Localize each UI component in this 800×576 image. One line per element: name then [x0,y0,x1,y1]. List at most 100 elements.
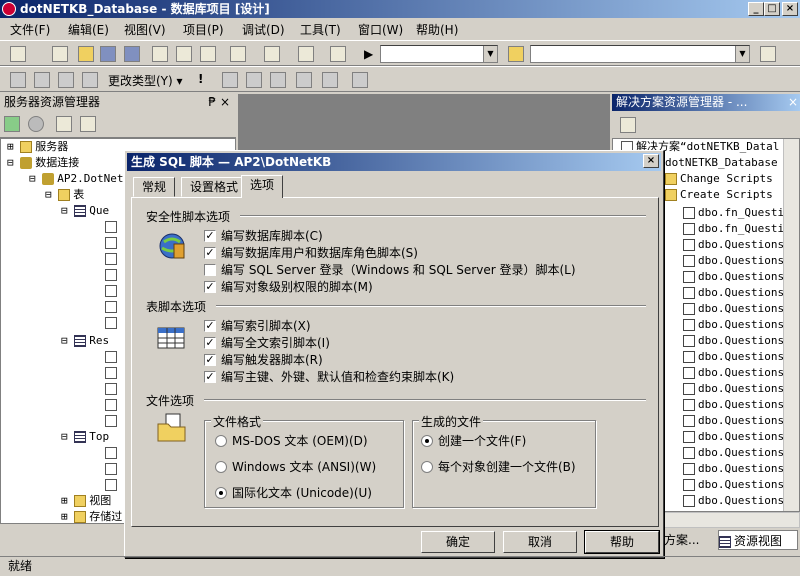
paste-icon[interactable] [200,46,216,62]
tree-node-script[interactable]: dbo.fn_Questio [683,205,791,221]
connect-server-icon[interactable] [80,116,96,132]
help-button[interactable]: 帮助 [584,530,660,554]
tree-node-column[interactable] [105,397,120,413]
tree-node-column[interactable] [105,299,120,315]
properties-icon[interactable] [620,117,636,133]
save-all-icon[interactable] [124,46,140,62]
tree-node-servers[interactable]: ⊞ 服务器 [7,139,68,155]
script-keys-constraints-checkbox[interactable]: ✓ 编写主键、外键、默认值和检查约束脚本(K) [204,369,454,385]
menu-file[interactable]: 文件(F) [10,21,50,38]
tree-node-column[interactable] [105,235,120,251]
script-database-checkbox[interactable]: ✓ 编写数据库脚本(C) [204,228,323,244]
script-fulltext-indexes-checkbox[interactable]: ✓ 编写全文索引脚本(I) [204,335,330,351]
tree-node-column[interactable] [105,365,120,381]
script-indexes-checkbox[interactable]: ✓ 编写索引脚本(X) [204,318,311,334]
vertical-scrollbar[interactable] [783,139,799,511]
minimize-button[interactable]: _ [748,2,764,16]
tree-node-views[interactable]: ⊞ 视图 [61,493,111,509]
tree-node-script[interactable]: dbo.QuestionsG [683,461,791,477]
open-icon[interactable] [78,46,94,62]
sort-descending-icon[interactable] [322,72,338,88]
tab-resource-view[interactable]: 资源视图 [718,530,798,550]
tree-node-script[interactable]: dbo.QuestionsG [683,349,791,365]
format-msdos-radio[interactable]: MS-DOS 文本 (OEM)(D) [215,433,368,449]
navigate-forward-icon[interactable] [330,46,346,62]
menu-debug[interactable]: 调试(D) [242,21,285,38]
tree-node-column[interactable] [105,461,120,477]
verify-sql-icon[interactable] [222,72,238,88]
tab-formatting[interactable]: 设置格式 [181,177,248,197]
tree-node-data-connections[interactable]: ⊟ 数据连接 [7,155,79,171]
find-combo[interactable]: ▼ [530,45,750,63]
script-users-roles-checkbox[interactable]: ✓ 编写数据库用户和数据库角色脚本(S) [204,245,418,261]
sort-ascending-icon[interactable] [296,72,312,88]
refresh-icon[interactable] [4,116,20,132]
single-file-radio[interactable]: 创建一个文件(F) [421,433,526,449]
tree-node-column[interactable] [105,267,120,283]
tree-node-script[interactable]: dbo.QuestionsR [683,493,791,509]
tree-node-script[interactable]: dbo.QuestionsG [683,477,791,493]
tree-node-column[interactable] [105,219,120,235]
tree-node-connection[interactable]: ⊟ AP2.DotNet [29,171,123,187]
tree-node-tables[interactable]: ⊟ 表 [45,187,84,203]
close-button[interactable]: × [782,2,798,16]
panel-close-icon[interactable]: × [788,94,798,111]
tree-node-table-res[interactable]: ⊟ Res [61,333,109,349]
tree-node-script[interactable]: dbo.QuestionsG [683,397,791,413]
ok-button[interactable]: 确定 [421,531,495,553]
add-table-icon[interactable] [352,72,368,88]
tree-node-script[interactable]: dbo.Questions. [683,253,791,269]
tree-node-script[interactable]: dbo.Questions. [683,237,791,253]
panel-close-icon[interactable]: × [220,94,230,111]
file-per-object-radio[interactable]: 每个对象创建一个文件(B) [421,459,576,475]
cancel-button[interactable]: 取消 [503,531,577,553]
tree-node-script[interactable]: dbo.fn_Questio [683,221,791,237]
format-windows-radio[interactable]: Windows 文本 (ANSI)(W) [215,459,376,475]
tree-node-script[interactable]: dbo.QuestionsG [683,381,791,397]
tree-node-column[interactable] [105,315,120,331]
script-logins-checkbox[interactable]: 编写 SQL Server 登录（Windows 和 SQL Server 登录… [204,262,576,278]
tab-options[interactable]: 选项 [241,175,284,198]
change-type-dropdown[interactable]: 更改类型(Y) ▾ [108,72,183,89]
connect-database-icon[interactable] [56,116,72,132]
navigate-back-icon[interactable] [298,46,314,62]
tab-general[interactable]: 常规 [133,177,176,197]
show-results-icon[interactable] [82,72,98,88]
tree-node-script[interactable]: dbo.QuestionsG [683,413,791,429]
remove-filter-icon[interactable] [270,72,286,88]
tree-node-script[interactable]: dbo.QuestionsG [683,333,791,349]
add-item-icon[interactable] [52,46,68,62]
start-icon[interactable]: ▶ [364,46,380,62]
show-grid-icon[interactable] [34,72,50,88]
tree-node-script[interactable]: dbo.QuestionsG [683,317,791,333]
cut-icon[interactable] [152,46,168,62]
dialog-close-button[interactable]: × [643,154,659,168]
show-sql-icon[interactable] [58,72,74,88]
undo-icon[interactable] [230,46,246,62]
stop-icon[interactable] [28,116,44,132]
group-by-icon[interactable] [246,72,262,88]
menu-edit[interactable]: 编辑(E) [68,21,109,38]
tree-node-change-scripts[interactable]: Change Scripts [665,171,773,187]
tree-node-column[interactable] [105,381,120,397]
solution-explorer-icon[interactable] [760,46,776,62]
tree-node-script[interactable]: dbo.QuestionsG [683,301,791,317]
tree-node-create-scripts[interactable]: Create Scripts [665,187,773,203]
find-in-files-icon[interactable] [508,46,524,62]
menu-window[interactable]: 窗口(W) [358,21,403,38]
pin-icon[interactable]: ₱ [208,94,216,111]
tree-node-column[interactable] [105,413,120,429]
tree-node-table-top[interactable]: ⊟ Top [61,429,109,445]
menu-help[interactable]: 帮助(H) [416,21,458,38]
tab-solution-explorer[interactable]: 方案... [664,530,714,550]
tree-node-script[interactable]: dbo.QuestionsG [683,365,791,381]
new-project-icon[interactable] [10,46,26,62]
tree-node-column[interactable] [105,283,120,299]
menu-view[interactable]: 视图(V) [124,21,166,38]
redo-icon[interactable] [264,46,280,62]
script-triggers-checkbox[interactable]: ✓ 编写触发器脚本(R) [204,352,323,368]
show-diagram-icon[interactable] [10,72,26,88]
copy-icon[interactable] [176,46,192,62]
tree-node-project[interactable]: dotNETKB_Database [665,155,778,171]
tree-node-stored-procedures[interactable]: ⊞ 存储过 [61,509,122,523]
